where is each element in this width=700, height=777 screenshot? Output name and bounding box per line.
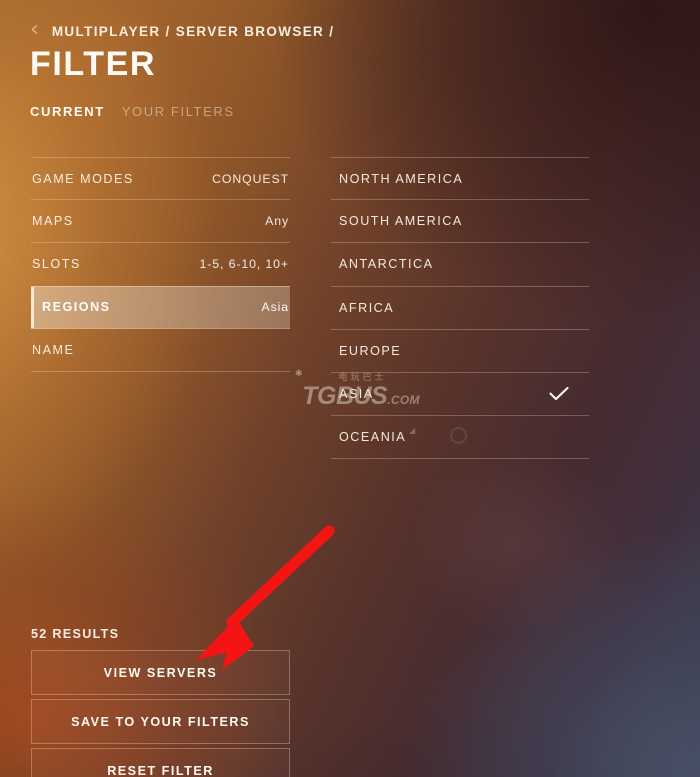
filter-label: NAME	[32, 342, 75, 357]
breadcrumb-label: MULTIPLAYER / SERVER BROWSER /	[51, 23, 335, 39]
results-count: 52 RESULTS	[31, 627, 120, 641]
filter-label: SLOTS	[32, 257, 81, 272]
tab-your-filters[interactable]: YOUR FILTERS	[122, 104, 235, 119]
back-chevron-icon[interactable]: ‹	[30, 19, 39, 41]
region-list: NORTH AMERICA SOUTH AMERICA ANTARCTICA A…	[331, 157, 589, 460]
filter-row-regions[interactable]: REGIONS Asia	[31, 285, 290, 329]
filter-row-slots[interactable]: SLOTS 1-5, 6-10, 10+	[31, 243, 290, 287]
filter-label: MAPS	[32, 214, 74, 229]
region-label: AFRICA	[339, 300, 395, 315]
tab-current[interactable]: CURRENT	[30, 104, 105, 119]
checkmark-icon	[549, 387, 569, 401]
filter-value: Any	[265, 214, 289, 229]
region-row-north-america[interactable]: NORTH AMERICA	[331, 157, 589, 201]
save-filters-button[interactable]: SAVE TO YOUR FILTERS	[31, 699, 290, 744]
filter-row-maps[interactable]: MAPS Any	[31, 200, 290, 244]
region-row-antarctica[interactable]: ANTARCTICA	[331, 243, 589, 287]
breadcrumb[interactable]: ‹ MULTIPLAYER / SERVER BROWSER /	[30, 19, 335, 41]
filter-label: GAME MODES	[32, 171, 134, 186]
filter-value: CONQUEST	[212, 171, 289, 186]
filter-label: REGIONS	[42, 300, 111, 315]
region-label: NORTH AMERICA	[339, 171, 464, 186]
filter-row-name[interactable]: NAME	[31, 329, 290, 372]
filter-value: 1-5, 6-10, 10+	[199, 257, 289, 272]
region-row-africa[interactable]: AFRICA	[331, 287, 589, 330]
region-row-asia[interactable]: ASIA	[331, 373, 589, 417]
region-label: EUROPE	[339, 343, 402, 358]
filter-list: GAME MODES CONQUEST MAPS Any SLOTS 1-5, …	[31, 157, 290, 372]
view-servers-button[interactable]: VIEW SERVERS	[31, 650, 290, 695]
ghost-circle-artifact	[450, 427, 467, 444]
region-label: OCEANIA	[339, 430, 407, 445]
reset-filter-button[interactable]: RESET FILTER	[31, 748, 290, 777]
region-label: ANTARCTICA	[339, 257, 434, 272]
region-row-south-america[interactable]: SOUTH AMERICA	[331, 200, 589, 244]
filter-row-game-modes[interactable]: GAME MODES CONQUEST	[31, 157, 290, 201]
watermark-star-icon: ✱	[295, 369, 303, 379]
region-label: ASIA	[339, 387, 374, 402]
tab-bar: CURRENT YOUR FILTERS	[30, 104, 235, 119]
page-title: FILTER	[30, 45, 157, 83]
filter-value: Asia	[261, 300, 289, 315]
filter-screen: ‹ MULTIPLAYER / SERVER BROWSER / FILTER …	[0, 0, 700, 777]
region-label: SOUTH AMERICA	[339, 214, 463, 229]
region-row-europe[interactable]: EUROPE	[331, 330, 589, 373]
